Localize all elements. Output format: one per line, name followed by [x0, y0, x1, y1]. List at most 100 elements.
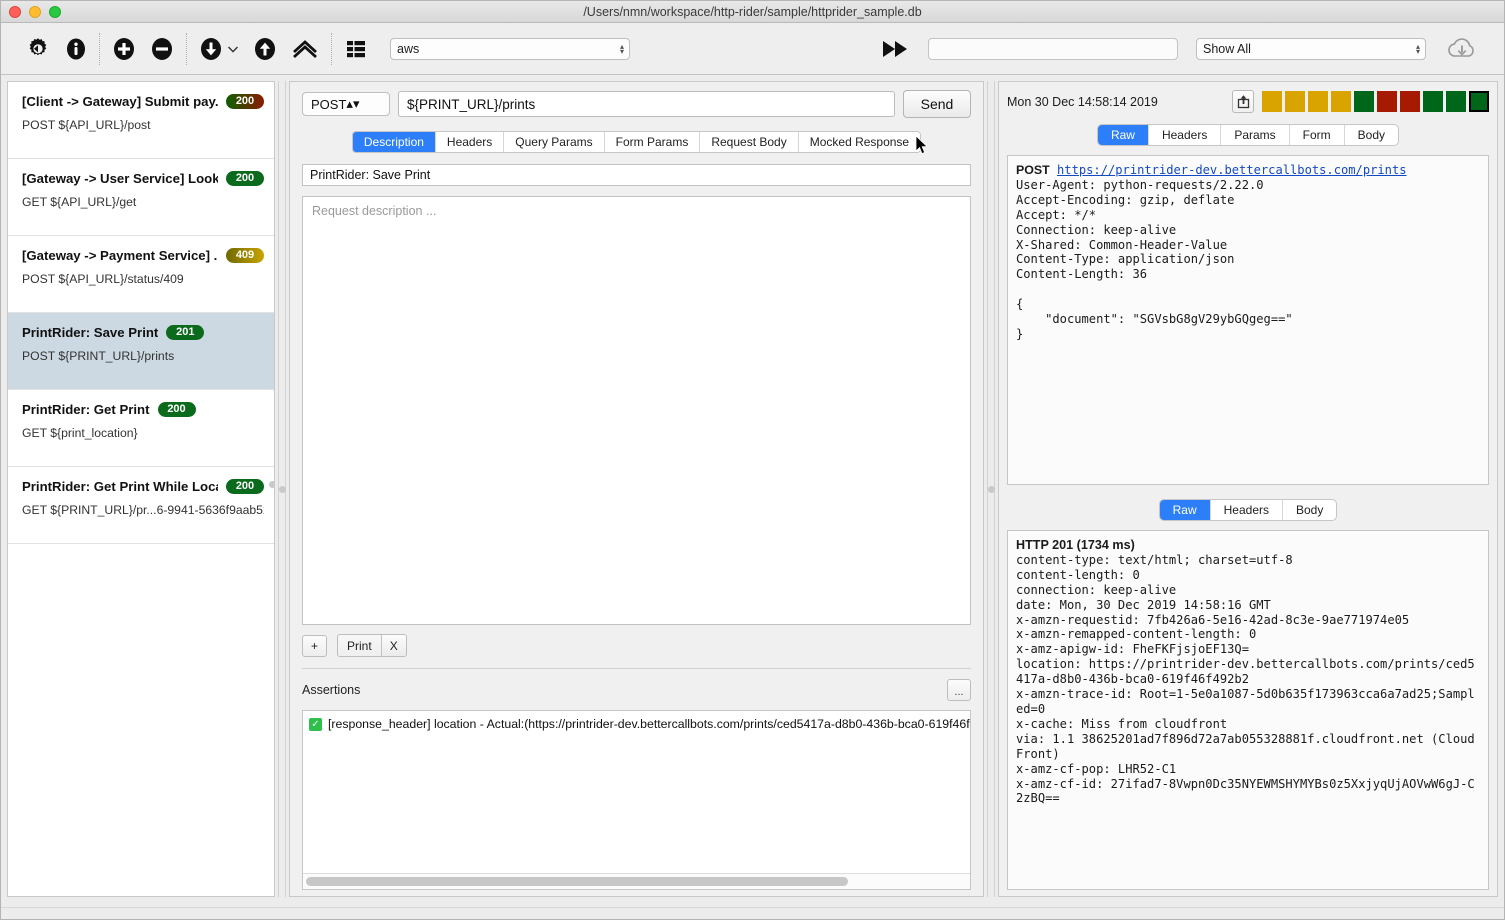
horizontal-scrollbar[interactable]	[303, 873, 970, 889]
request-tab-form[interactable]: Form	[1290, 125, 1345, 145]
left-splitter[interactable]	[275, 81, 289, 897]
chevron-down-icon[interactable]	[227, 43, 239, 55]
request-url-link[interactable]: https://printrider-dev.bettercallbots.co…	[1057, 163, 1407, 177]
request-tab-raw[interactable]: Raw	[1097, 125, 1149, 145]
title-bar: /Users/nmn/workspace/http-rider/sample/h…	[1, 1, 1504, 23]
run-icon[interactable]	[880, 38, 910, 60]
history-swatch[interactable]	[1423, 91, 1443, 112]
list-item[interactable]: PrintRider: Get Print 200 GET ${print_lo…	[8, 390, 274, 467]
tab-description[interactable]: Description	[352, 132, 436, 152]
request-editor: POST ▴▾ ${PRINT_URL}/prints Send Descrip…	[289, 81, 984, 897]
history-swatch[interactable]	[1354, 91, 1374, 112]
scrollbar-thumb[interactable]	[306, 877, 849, 886]
request-title: [Gateway -> User Service] Look...	[22, 171, 218, 186]
request-title: PrintRider: Get Print While Loca...	[22, 479, 218, 494]
right-splitter[interactable]	[984, 81, 998, 897]
response-headers-text: content-type: text/html; charset=utf-8 c…	[1016, 552, 1475, 806]
tab-headers[interactable]: Headers	[435, 132, 505, 152]
request-title: PrintRider: Save Print	[22, 325, 159, 340]
toolbar-group-crud	[100, 32, 186, 66]
status-badge: 200	[157, 402, 196, 417]
tab-form-params[interactable]: Form Params	[604, 132, 701, 152]
request-subtitle: GET ${print_location}	[22, 426, 138, 440]
url-row: POST ▴▾ ${PRINT_URL}/prints Send	[296, 90, 977, 118]
assertions-header: Assertions ...	[302, 668, 971, 701]
splitter-knob[interactable]	[278, 485, 286, 493]
info-icon[interactable]	[65, 36, 87, 62]
main-body: [Client -> Gateway] Submit pay... 200 PO…	[1, 75, 1504, 907]
tab-query-params[interactable]: Query Params	[504, 132, 605, 152]
import-icon[interactable]	[199, 36, 223, 62]
request-tab-params[interactable]: Params	[1221, 125, 1290, 145]
cloud-download-icon[interactable]	[1444, 35, 1480, 63]
response-status-label: HTTP 201 (1734 ms)	[1016, 538, 1135, 552]
status-badge: 200	[226, 171, 264, 186]
list-item[interactable]: [Client -> Gateway] Submit pay... 200 PO…	[8, 82, 274, 159]
history-swatch[interactable]	[1400, 91, 1420, 112]
url-input[interactable]: ${PRINT_URL}/prints	[398, 91, 895, 117]
description-title-input[interactable]: PrintRider: Save Print	[302, 164, 971, 186]
history-swatch[interactable]	[1285, 91, 1305, 112]
request-view-tabs-wrap: Raw Headers Params Form Body	[1007, 124, 1489, 146]
response-header-actions	[1232, 90, 1489, 113]
list-item[interactable]: PrintRider: Get Print While Loca... 200 …	[8, 467, 274, 544]
list-icon[interactable]	[344, 37, 368, 61]
response-timestamp: Mon 30 Dec 14:58:14 2019	[1007, 94, 1158, 109]
environment-value: aws	[397, 41, 420, 56]
environment-select[interactable]: aws ▴ ▾	[390, 37, 630, 60]
assertions-list: ✓ [response_header] location - Actual:(h…	[302, 710, 971, 890]
http-method-value: POST	[311, 96, 347, 112]
main-toolbar: aws ▴ ▾ Show All ▴ ▾	[1, 23, 1504, 75]
request-subtitle: POST ${API_URL}/post	[22, 118, 151, 132]
script-tab[interactable]: Print X	[337, 634, 407, 657]
footer-strip	[1, 907, 1504, 919]
gear-icon[interactable]	[25, 36, 51, 62]
http-method-select[interactable]: POST ▴▾	[302, 92, 390, 116]
list-item[interactable]: [Gateway -> User Service] Look... 200 GE…	[8, 159, 274, 236]
add-tab-button[interactable]: +	[302, 634, 328, 657]
toolbar-group-settings	[13, 32, 99, 66]
script-tab-label[interactable]: Print	[338, 635, 381, 656]
send-button[interactable]: Send	[903, 90, 971, 118]
stepper-icon: ▴▾	[346, 96, 360, 111]
assertions-menu-button[interactable]: ...	[947, 679, 971, 701]
request-list: [Client -> Gateway] Submit pay... 200 PO…	[7, 81, 275, 897]
filter-select[interactable]: Show All ▴ ▾	[1196, 37, 1426, 60]
window-title: /Users/nmn/workspace/http-rider/sample/h…	[583, 4, 922, 19]
history-swatch[interactable]	[1262, 91, 1282, 112]
splitter-knob[interactable]	[987, 485, 995, 493]
export-icon[interactable]	[253, 36, 277, 62]
response-view-tabs: Raw Headers Body	[1158, 499, 1338, 521]
history-swatch-selected[interactable]	[1469, 91, 1489, 112]
response-tab-headers[interactable]: Headers	[1211, 500, 1283, 520]
share-icon[interactable]	[1232, 90, 1254, 113]
assertion-row[interactable]: ✓ [response_header] location - Actual:(h…	[303, 711, 970, 731]
history-swatch[interactable]	[1446, 91, 1466, 112]
request-method-label: POST	[1016, 163, 1050, 177]
run-all-icon[interactable]	[291, 36, 319, 62]
response-view-tabs-wrap: Raw Headers Body	[1007, 499, 1489, 521]
list-item[interactable]: [Gateway -> Payment Service] ... 409 POS…	[8, 236, 274, 313]
close-icon[interactable]: X	[380, 635, 406, 656]
history-swatch[interactable]	[1377, 91, 1397, 112]
response-raw-view: HTTP 201 (1734 ms) content-type: text/ht…	[1007, 530, 1489, 890]
toolbar-group-environment: aws ▴ ▾	[332, 32, 642, 66]
request-subtitle: POST ${API_URL}/status/409	[22, 272, 184, 286]
response-tab-body[interactable]: Body	[1283, 500, 1336, 520]
tab-request-body[interactable]: Request Body	[700, 132, 799, 152]
check-icon[interactable]: ✓	[309, 717, 322, 731]
toolbar-group-transfer	[187, 32, 331, 66]
tab-mocked-response[interactable]: Mocked Response	[798, 132, 921, 152]
search-input[interactable]	[928, 37, 1178, 60]
history-swatch[interactable]	[1331, 91, 1351, 112]
description-textarea[interactable]: Request description ...	[302, 196, 971, 625]
history-swatch[interactable]	[1308, 91, 1328, 112]
request-tab-headers[interactable]: Headers	[1149, 125, 1222, 145]
assertions-label: Assertions	[302, 683, 361, 697]
request-tab-body[interactable]: Body	[1345, 125, 1398, 145]
response-panel: Mon 30 Dec 14:58:14 2019 Raw Headers Par…	[998, 81, 1498, 897]
response-tab-raw[interactable]: Raw	[1159, 500, 1211, 520]
remove-icon[interactable]	[150, 36, 174, 62]
list-item[interactable]: PrintRider: Save Print 201 POST ${PRINT_…	[8, 313, 274, 390]
add-icon[interactable]	[112, 36, 136, 62]
